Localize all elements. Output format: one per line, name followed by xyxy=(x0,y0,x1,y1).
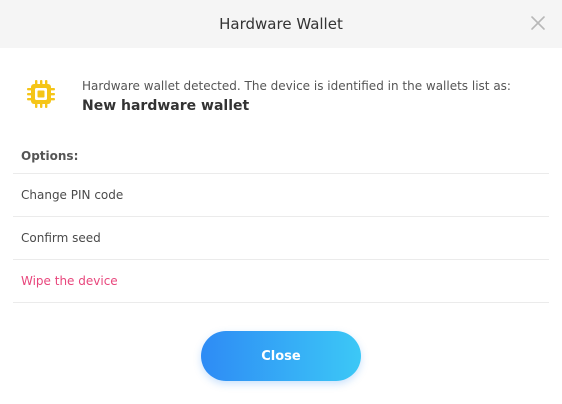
option-label: Wipe the device xyxy=(21,274,118,288)
detected-message: Hardware wallet detected. The device is … xyxy=(82,79,511,93)
option-wipe-device[interactable]: Wipe the device xyxy=(13,259,549,303)
dialog-header: Hardware Wallet xyxy=(0,0,562,48)
option-label: Confirm seed xyxy=(21,231,101,245)
close-icon[interactable] xyxy=(529,14,547,32)
close-button[interactable]: Close xyxy=(201,331,361,381)
dialog-title: Hardware Wallet xyxy=(219,15,343,33)
device-info: Hardware wallet detected. The device is … xyxy=(25,76,545,116)
options-label: Options: xyxy=(21,149,79,163)
option-confirm-seed[interactable]: Confirm seed xyxy=(13,216,549,259)
wallet-name: New hardware wallet xyxy=(82,98,250,114)
chip-icon xyxy=(27,80,55,108)
option-change-pin[interactable]: Change PIN code xyxy=(13,173,549,216)
option-label: Change PIN code xyxy=(21,188,124,202)
